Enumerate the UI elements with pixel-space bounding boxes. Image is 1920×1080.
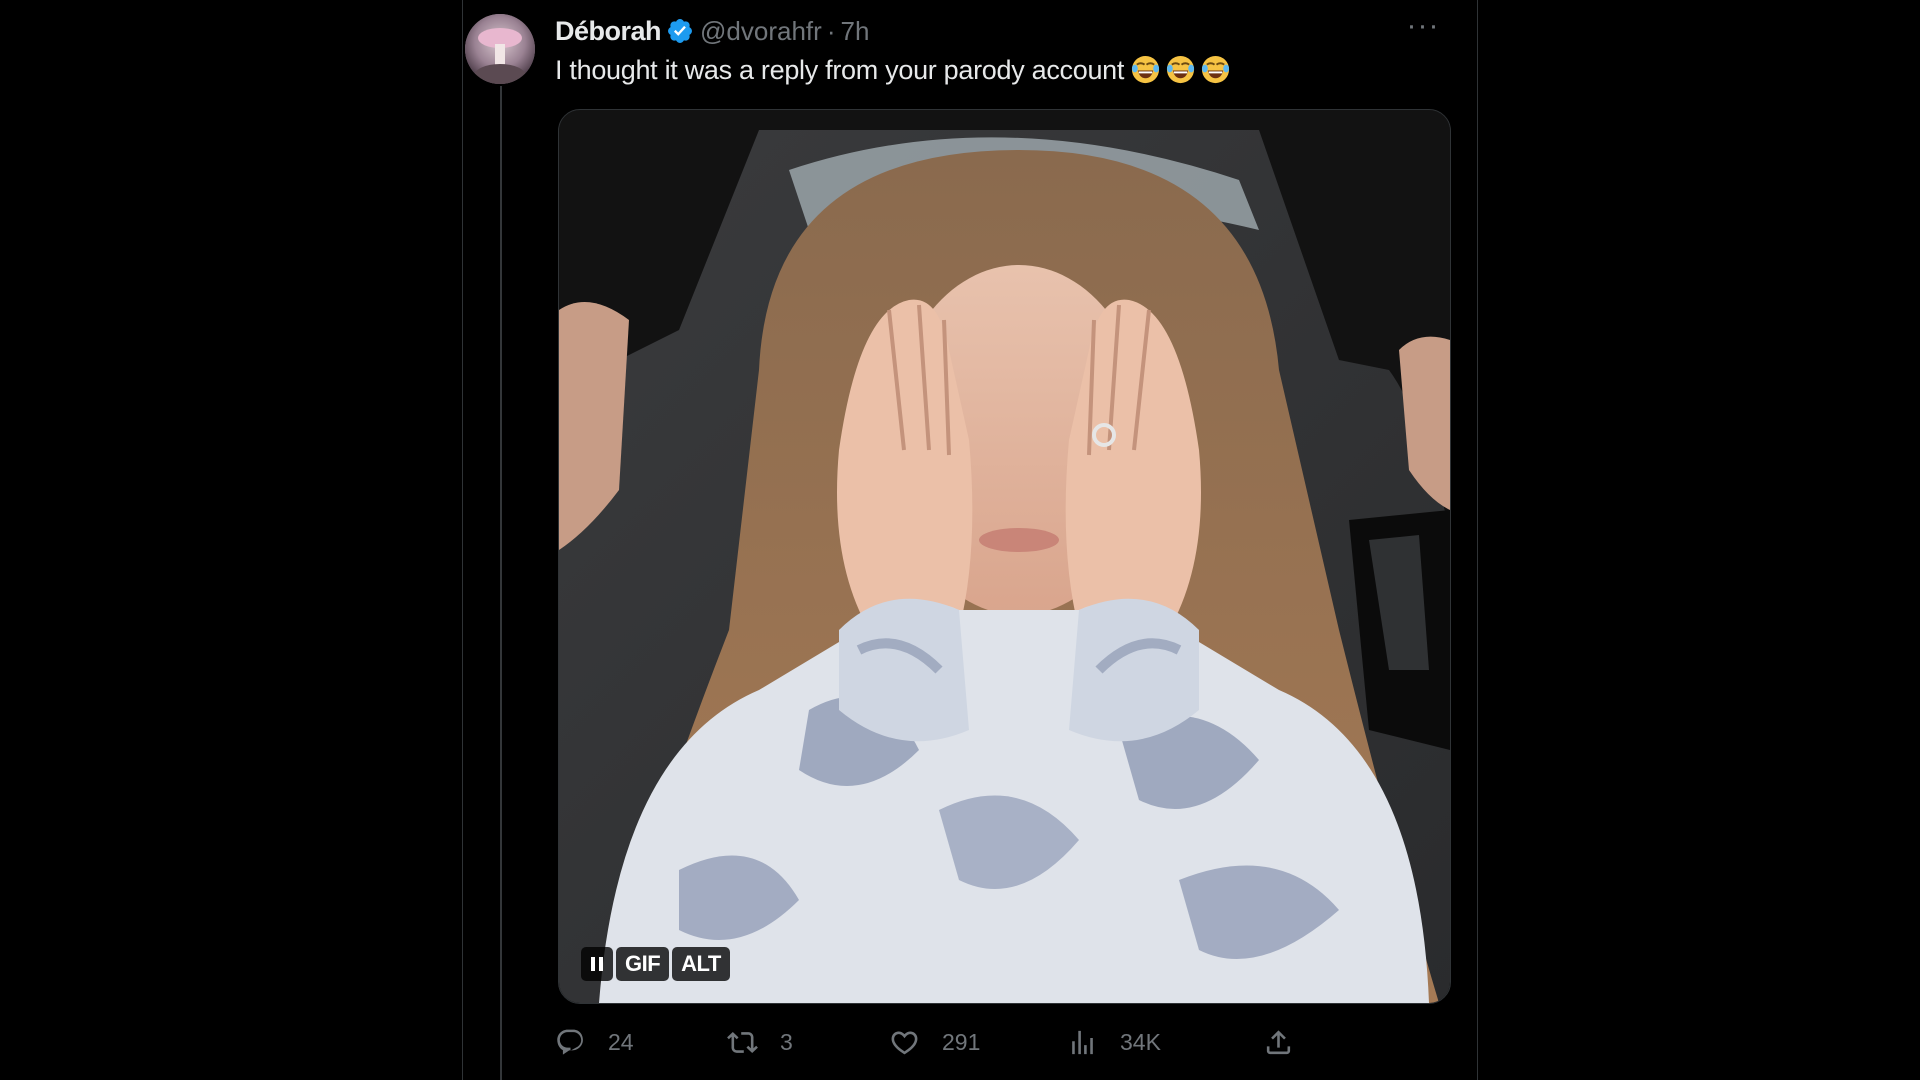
separator-dot: ·: [826, 15, 836, 46]
gif-frame-image: [559, 110, 1450, 1003]
retweet-button[interactable]: 3: [727, 1022, 793, 1062]
tweet-text-content: I thought it was a reply from your parod…: [555, 55, 1125, 85]
pause-icon: [591, 957, 603, 971]
emoji-group: [1130, 54, 1231, 85]
alt-text-button[interactable]: ALT: [672, 947, 730, 981]
handle[interactable]: @dvorahfr: [700, 16, 822, 47]
display-name[interactable]: Déborah: [555, 16, 662, 47]
media-badges: GIF ALT: [581, 947, 730, 981]
pause-button[interactable]: [581, 947, 613, 981]
face-with-tears-of-joy-icon: [1132, 55, 1160, 84]
face-with-tears-of-joy-icon: [1167, 55, 1195, 84]
share-icon: [1266, 1029, 1291, 1054]
views-button[interactable]: 34K: [1067, 1022, 1161, 1062]
tweet-actions: 24 3 291 34K: [555, 1022, 1455, 1062]
tweet-text: I thought it was a reply from your parod…: [555, 52, 1231, 88]
thread-line: [500, 86, 502, 1080]
gif-media[interactable]: GIF ALT: [558, 109, 1451, 1004]
gif-badge[interactable]: GIF: [616, 947, 670, 981]
timestamp[interactable]: 7h: [840, 16, 869, 47]
timeline-column: Déborah @dvorahfr · 7h ··· I thought it …: [462, 0, 1478, 1080]
tweet-header: Déborah @dvorahfr · 7h: [555, 13, 869, 49]
views-count: 34K: [1120, 1028, 1161, 1055]
like-count: 291: [942, 1028, 981, 1055]
share-button[interactable]: [1263, 1022, 1294, 1062]
retweet-count: 3: [780, 1028, 793, 1055]
face-with-tears-of-joy-icon: [1202, 55, 1230, 84]
reply-count: 24: [608, 1028, 634, 1055]
heart-icon: [891, 1031, 918, 1054]
verified-badge-icon: [668, 19, 692, 43]
avatar-image: [465, 14, 535, 84]
reply-button[interactable]: 24: [555, 1022, 634, 1062]
reply-icon: [557, 1029, 583, 1055]
like-button[interactable]: 291: [889, 1022, 980, 1062]
avatar[interactable]: [465, 14, 535, 84]
retweet-icon: [727, 1031, 758, 1053]
analytics-icon: [1072, 1030, 1093, 1054]
more-icon[interactable]: ···: [1403, 11, 1443, 50]
